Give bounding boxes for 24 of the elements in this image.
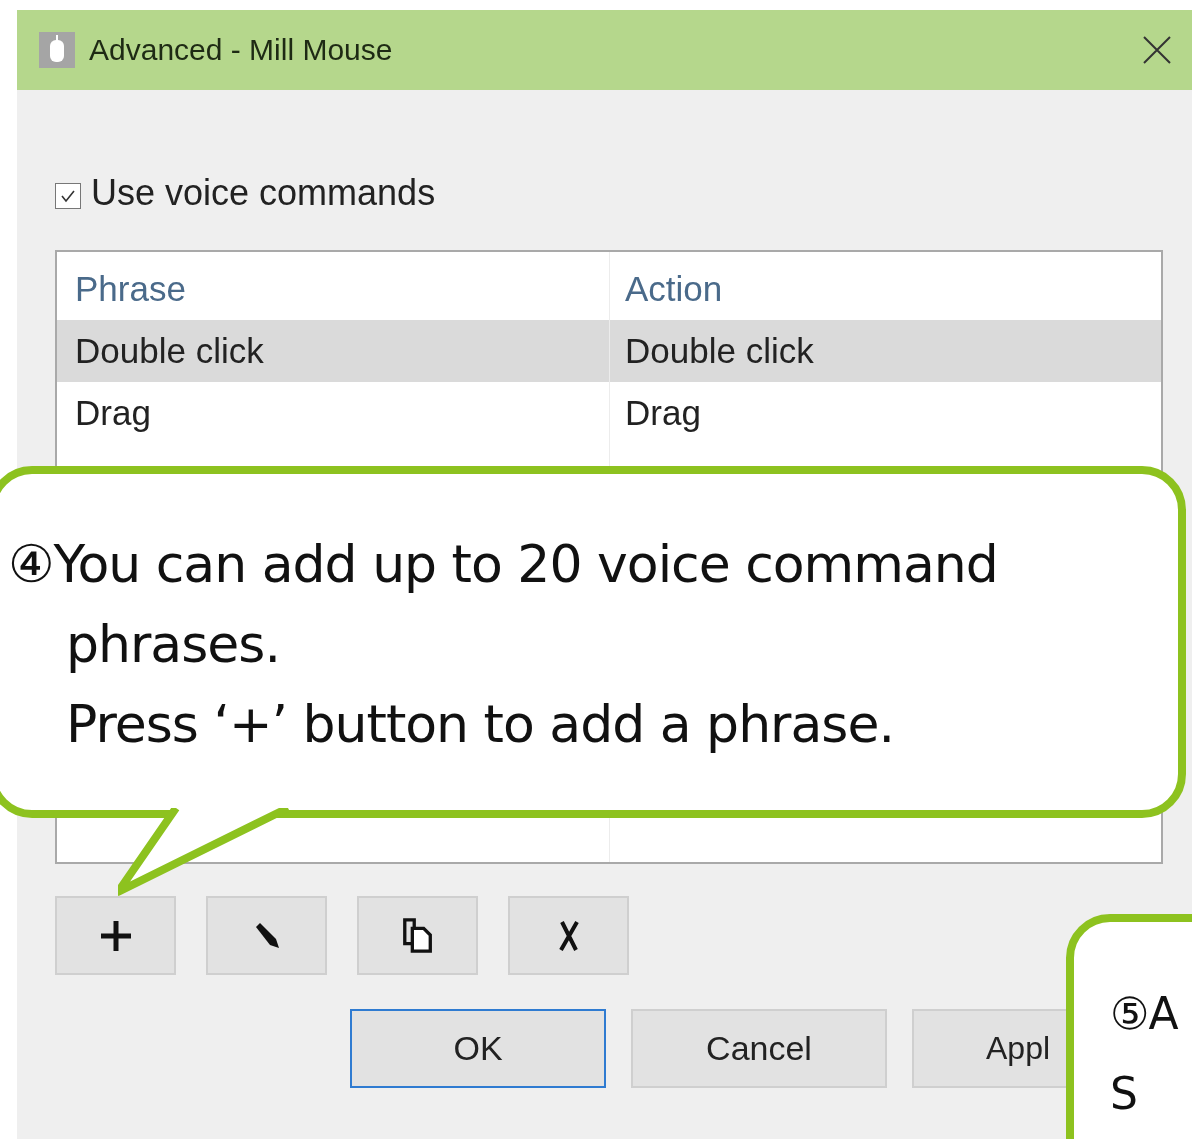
dialog-button[interactable]: OK — [350, 1009, 606, 1088]
window-title: Advanced - Mill Mouse — [89, 33, 394, 67]
table-cell-text: Double click — [624, 331, 815, 371]
table-cell-text: Drag — [74, 393, 152, 433]
add-button[interactable] — [55, 896, 176, 975]
edit-button[interactable] — [206, 896, 327, 975]
checkbox-label: Use voice commands — [91, 172, 436, 214]
table-row[interactable]: Double click Double click — [57, 320, 1161, 382]
callout-text: ④You can add up to 20 voice command phrases. Press ‘+’ button to add a phrase. — [8, 533, 999, 756]
plus-icon — [98, 918, 133, 953]
dialog-button[interactable]: Appl — [912, 1009, 1066, 1088]
delete-button[interactable] — [508, 896, 629, 975]
table-cell-text: Double click — [74, 331, 265, 371]
table-row[interactable]: Drag Drag — [57, 382, 1161, 444]
column-header[interactable]: Action — [607, 269, 1161, 309]
mouse-icon — [39, 32, 75, 68]
table-cell-text: Drag — [624, 393, 702, 433]
close-icon[interactable] — [1142, 35, 1172, 65]
dialog-button[interactable]: Cancel — [631, 1009, 887, 1088]
callout-text: ⑤A S — [1110, 987, 1179, 1121]
column-header[interactable]: Phrase — [57, 269, 607, 309]
copy-button[interactable] — [357, 896, 478, 975]
copy-icon — [400, 916, 435, 955]
checkbox[interactable] — [55, 183, 81, 209]
